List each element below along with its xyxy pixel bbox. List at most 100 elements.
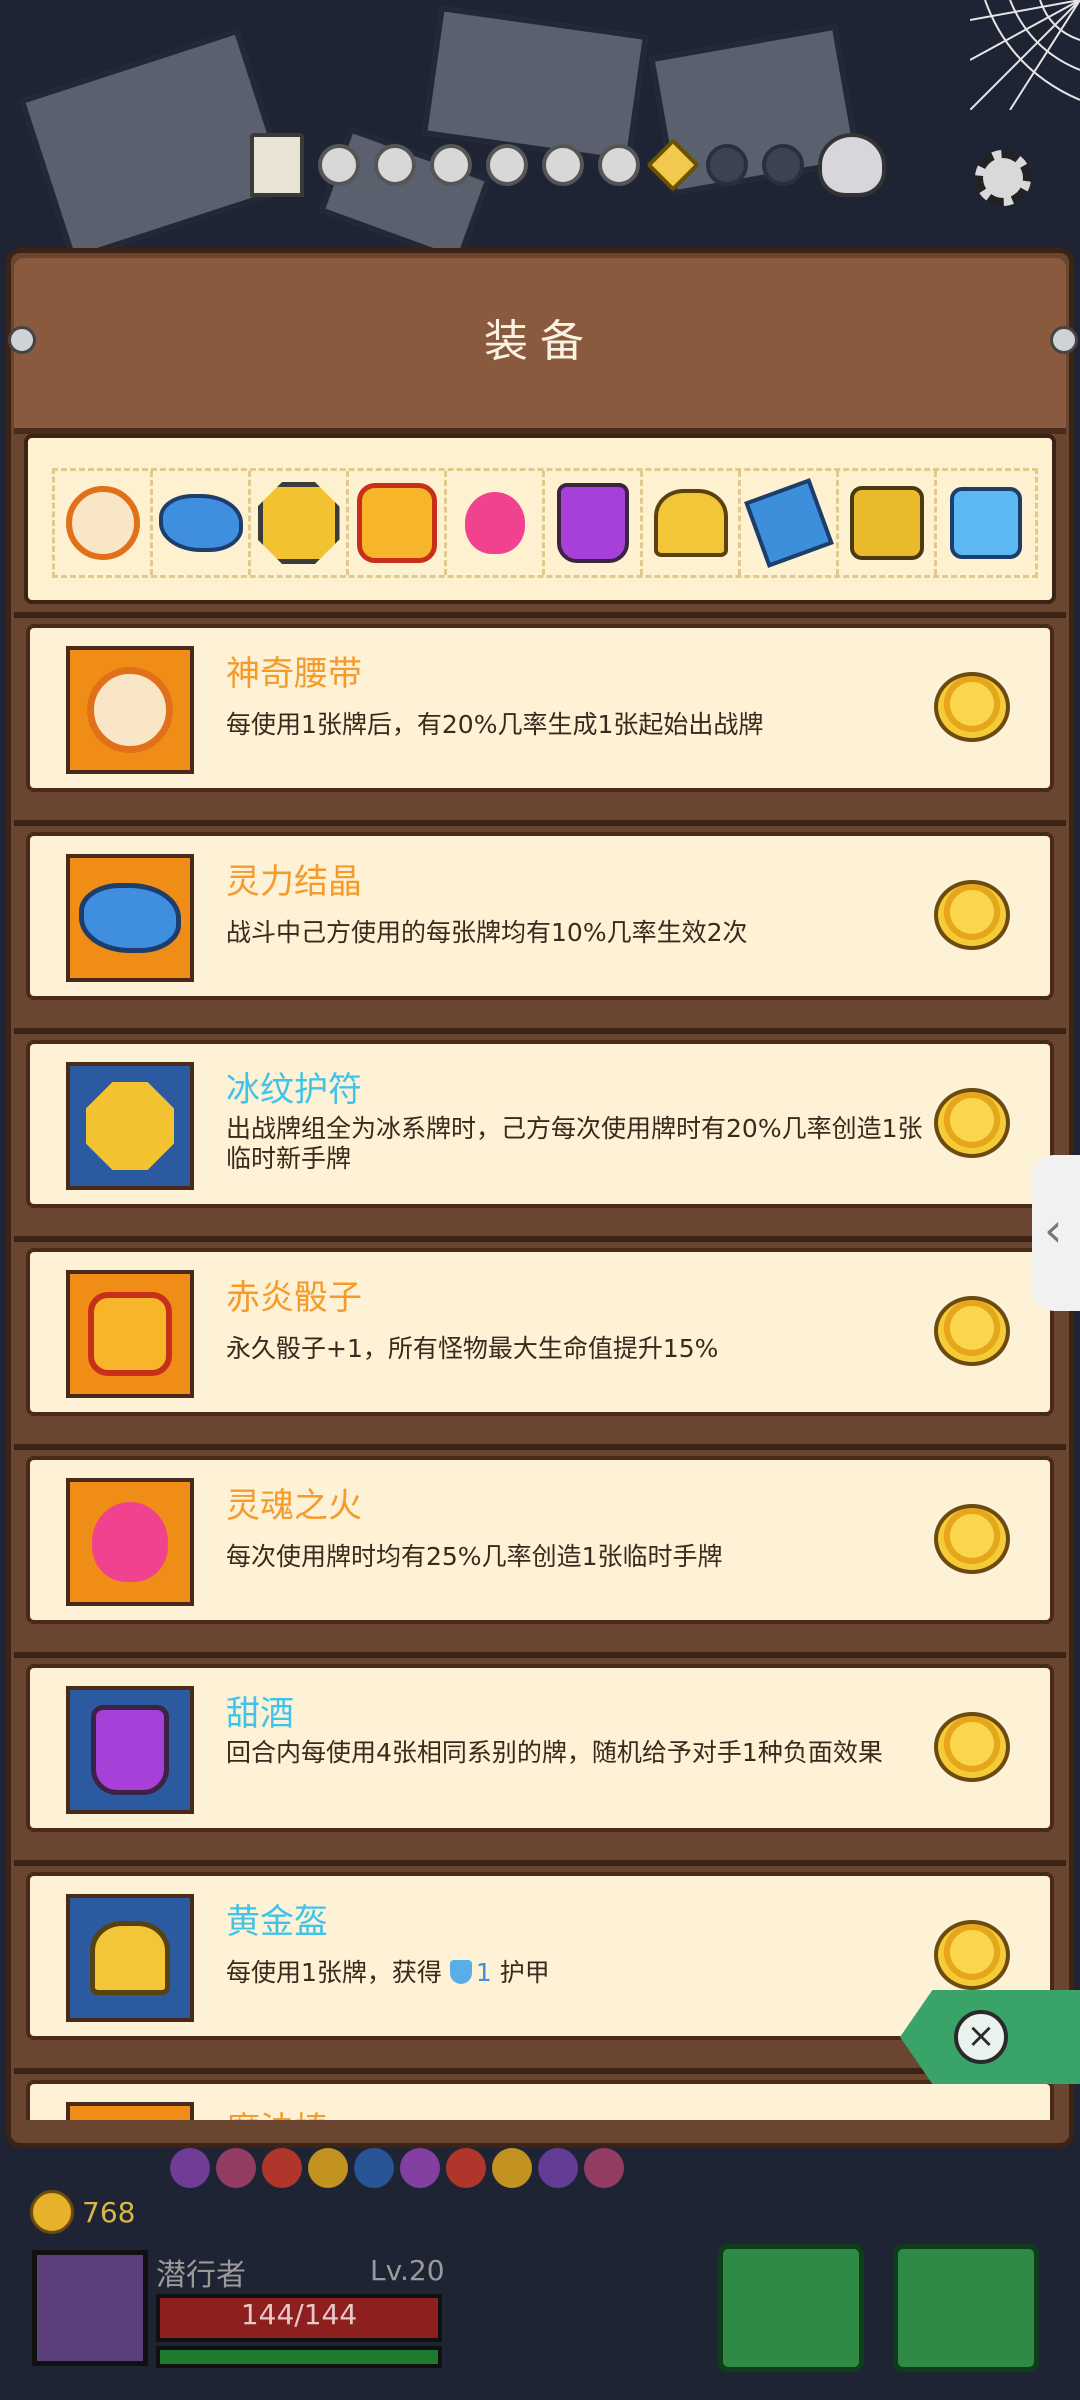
chevron-left-icon: ‹: [1044, 1203, 1063, 1257]
relic-icon: [492, 2148, 532, 2188]
gold-amount: 768: [82, 2195, 136, 2229]
gold-coin-icon[interactable]: [934, 1088, 1010, 1158]
item-thumb: [66, 854, 194, 982]
belt-icon: [87, 667, 173, 753]
fire-dice-icon: [88, 1292, 172, 1376]
equipment-list: 神奇腰带 每使用1张牌后，有20%几率生成1张起始出战牌 灵力结晶 战斗中己方使…: [14, 612, 1066, 2120]
item-thumb: [66, 2102, 194, 2120]
strip-slot[interactable]: [349, 471, 447, 575]
progress-node: [706, 144, 748, 186]
item-name: 黄金盔: [226, 1902, 328, 1942]
item-thumb: [66, 1062, 194, 1190]
strip-slot[interactable]: [741, 471, 839, 575]
item-desc: 战斗中己方使用的每张牌均有10%几率生效2次: [226, 918, 748, 947]
item-desc: 出战牌组全为冰系牌时，己方每次使用牌时有20%几率创造1张临时新手牌: [226, 1114, 923, 1173]
wine-jug-icon: [556, 483, 629, 563]
item-desc-suffix: 护甲: [491, 1958, 550, 1987]
strip-slot[interactable]: [937, 471, 1035, 575]
item-desc: 每次使用牌时均有25%几率创造1张临时手牌: [226, 1542, 723, 1571]
relic-icon: [216, 2148, 256, 2188]
strip-slot[interactable]: [153, 471, 251, 575]
armor-value: 1: [475, 1958, 492, 1987]
armor-shield-icon: [449, 1960, 472, 1984]
side-drawer-tab[interactable]: ‹: [1032, 1155, 1080, 1311]
list-item[interactable]: 神奇腰带 每使用1张牌后，有20%几率生成1张起始出战牌: [26, 624, 1054, 792]
strip-slot[interactable]: [643, 471, 741, 575]
ice-dice-icon: [950, 487, 1022, 559]
gold-coin-icon[interactable]: [934, 1712, 1010, 1782]
progress-node: [486, 144, 528, 186]
golden-eye-dice-icon: [849, 486, 924, 560]
progress-node: [318, 144, 360, 186]
strip-slot[interactable]: [55, 471, 153, 575]
gold-coin-icon[interactable]: [934, 672, 1010, 742]
strip-slot[interactable]: [839, 471, 937, 575]
relic-icon: [538, 2148, 578, 2188]
item-name: 冰纹护符: [226, 1070, 362, 1110]
list-item[interactable]: 赤炎骰子 永久骰子+1，所有怪物最大生命值提升15%: [26, 1248, 1054, 1416]
list-item[interactable]: 黄金盔 每使用1张牌，获得 1 护甲: [26, 1872, 1054, 2040]
xp-bar: [156, 2346, 442, 2368]
gold-counter: 768: [30, 2190, 135, 2234]
strip-slot[interactable]: [447, 471, 545, 575]
item-desc-prefix: 每使用1张牌，获得: [226, 1958, 450, 1987]
castle-icon: [250, 133, 304, 197]
settings-gear-icon[interactable]: [975, 150, 1031, 206]
gold-coin-icon[interactable]: [934, 1296, 1010, 1366]
fire-dice-icon: [356, 483, 437, 563]
avatar[interactable]: [32, 2250, 148, 2366]
golden-helmet-icon: [90, 1921, 170, 1995]
strip-slot[interactable]: [251, 471, 349, 575]
belt-icon: [65, 486, 140, 560]
item-desc: 回合内每使用4张相同系别的牌，随机给予对手1种负面效果: [226, 1738, 883, 1767]
golden-helmet-icon: [653, 489, 728, 557]
item-thumb: [66, 646, 194, 774]
strip-slot[interactable]: [545, 471, 643, 575]
boss-skull-icon: [818, 133, 886, 197]
relic-icon: [354, 2148, 394, 2188]
spider-web-icon: [970, 0, 1080, 110]
list-item[interactable]: 灵力结晶 战斗中己方使用的每张牌均有10%几率生效2次: [26, 832, 1054, 1000]
item-name: 灵魂之火: [226, 1486, 362, 1526]
item-name: 灵力结晶: [226, 862, 362, 902]
list-item[interactable]: 甜酒 回合内每使用4张相同系别的牌，随机给予对手1种负面效果: [26, 1664, 1054, 1832]
item-desc: 每使用1张牌，获得 1 护甲: [226, 1958, 926, 1988]
relic-icon: [584, 2148, 624, 2188]
blue-shard-icon: [743, 478, 834, 568]
relic-icon: [446, 2148, 486, 2188]
crystal-icon: [158, 494, 243, 552]
item-thumb: [66, 1686, 194, 1814]
deck-cards-button[interactable]: [893, 2244, 1039, 2372]
progress-node: [762, 144, 804, 186]
player-name: 潜行者: [156, 2258, 246, 2293]
panel-title: 装备: [484, 316, 596, 367]
equipment-icon-strip: [24, 434, 1056, 604]
list-item[interactable]: 灵魂之火 每次使用牌时均有25%几率创造1张临时手牌: [26, 1456, 1054, 1624]
item-thumb: [66, 1894, 194, 2022]
item-desc: 每使用1张牌后，有20%几率生成1张起始出战牌: [226, 710, 764, 739]
item-desc: 永久骰子+1，所有怪物最大生命值提升15%: [226, 1334, 719, 1363]
gold-coin-icon[interactable]: [934, 1504, 1010, 1574]
progress-node: [598, 144, 640, 186]
list-item[interactable]: 冰纹护符 出战牌组全为冰系牌时，己方每次使用牌时有20%几率创造1张临时新手牌: [26, 1040, 1054, 1208]
progress-node: [542, 144, 584, 186]
item-name: 魔法棒: [226, 2102, 328, 2120]
amulet-icon: [257, 482, 340, 564]
player-level: Lv.20: [370, 2254, 445, 2287]
item-name: 甜酒: [226, 1694, 294, 1734]
gold-coin-icon: [30, 2190, 74, 2234]
current-node-diamond: [646, 138, 700, 192]
amulet-icon: [86, 1082, 174, 1170]
progress-node: [374, 144, 416, 186]
progress-node: [430, 144, 472, 186]
gold-coin-icon[interactable]: [934, 1920, 1010, 1990]
list-item[interactable]: 魔法棒: [26, 2080, 1054, 2120]
map-progress: [250, 133, 886, 197]
item-name: 神奇腰带: [226, 654, 362, 694]
relic-icon: [400, 2148, 440, 2188]
crystal-icon: [79, 883, 181, 953]
gold-coin-icon[interactable]: [934, 880, 1010, 950]
equipment-helmet-button[interactable]: [718, 2244, 864, 2372]
close-icon[interactable]: ×: [954, 2010, 1008, 2064]
relic-icon: [170, 2148, 210, 2188]
